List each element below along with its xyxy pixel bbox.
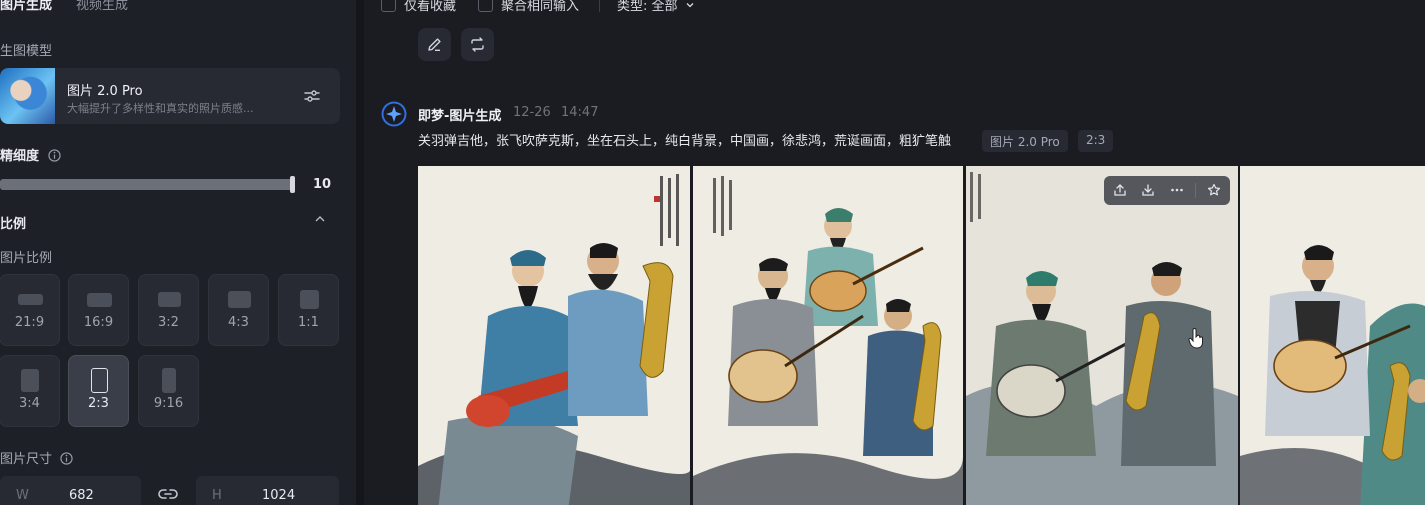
divider <box>1195 183 1196 198</box>
ratio-option-16-9[interactable]: 16:9 <box>68 274 129 346</box>
ratio-label: 9:16 <box>153 396 184 411</box>
regenerate-button[interactable] <box>461 28 494 61</box>
ratio-option-21-9[interactable]: 21:9 <box>0 274 60 346</box>
size-label: 图片尺寸 <box>0 452 53 467</box>
refresh-icon <box>471 37 484 52</box>
ratio-shape-icon <box>158 292 181 307</box>
model-tag: 图片 2.0 Pro <box>982 130 1068 152</box>
ratio-label: 3:2 <box>158 315 179 330</box>
ratio-option-1-1[interactable]: 1:1 <box>278 274 339 346</box>
prompt-text[interactable]: 关羽弹吉他，张飞吹萨克斯，坐在石头上，纯白背景，中国画，徐悲鸿，荒诞画面，粗犷笔… <box>418 130 951 149</box>
ratio-label: 4:3 <box>228 315 249 330</box>
type-filter-label: 类型: 全部 <box>617 0 678 14</box>
chevron-up-icon[interactable] <box>313 212 327 226</box>
width-input[interactable]: W 682 <box>0 476 141 505</box>
height-value: 1024 <box>262 488 296 503</box>
detail-label-row: 精细度 <box>0 145 61 164</box>
ratio-label: 16:9 <box>83 315 114 330</box>
tab-video-generation[interactable]: 视频生成 <box>76 0 128 16</box>
model-name: 图片 2.0 Pro <box>67 84 143 99</box>
width-value: 682 <box>69 488 94 503</box>
ratio-section-label: 比例 <box>0 217 27 232</box>
message-source-title: 即梦-图片生成 <box>418 109 502 124</box>
hand-cursor-icon <box>1188 328 1204 349</box>
ratio-option-9-16[interactable]: 9:16 <box>138 355 199 427</box>
sliders-icon[interactable] <box>303 87 321 105</box>
size-label-row: 图片尺寸 <box>0 448 73 467</box>
ratio-tag: 2:3 <box>1078 130 1114 152</box>
sidebar: 图片生成 视频生成 生图模型 图片 2.0 Pro 大幅提升了多样性和真实的照片… <box>0 0 356 505</box>
tab-image-generation[interactable]: 图片生成 <box>0 0 52 16</box>
model-selector[interactable]: 图片 2.0 Pro 大幅提升了多样性和真实的照片质感... <box>0 68 340 124</box>
generated-image-2[interactable] <box>693 166 963 505</box>
aggregate-label: 聚合相同输入 <box>501 0 580 14</box>
height-input[interactable]: H 1024 <box>196 476 339 505</box>
height-prefix: H <box>212 488 222 503</box>
width-prefix: W <box>16 488 29 503</box>
detail-slider[interactable] <box>0 179 295 190</box>
generated-image-4[interactable] <box>1240 166 1425 505</box>
model-section-label: 生图模型 <box>0 44 53 59</box>
aggregate-checkbox[interactable] <box>478 0 493 12</box>
aggregate-inputs-filter[interactable]: 聚合相同输入 <box>478 0 579 14</box>
pencil-icon <box>428 38 441 52</box>
favorites-only-filter[interactable]: 仅看收藏 <box>381 0 456 14</box>
ratio-option-4-3[interactable]: 4:3 <box>208 274 269 346</box>
favorites-label: 仅看收藏 <box>404 0 457 14</box>
generated-image-1[interactable] <box>418 166 690 505</box>
ratio-label: 21:9 <box>14 315 45 330</box>
ratio-shape-icon <box>162 368 176 393</box>
detail-slider-handle[interactable] <box>290 176 295 193</box>
ratio-label: 1:1 <box>298 315 319 330</box>
info-icon[interactable] <box>60 452 73 465</box>
chevron-down-icon <box>686 3 694 8</box>
ratio-option-3-2[interactable]: 3:2 <box>138 274 199 346</box>
message-time: 14:47 <box>561 105 599 120</box>
ratio-label: 3:4 <box>19 396 40 411</box>
model-thumbnail <box>0 68 55 124</box>
ratio-shape-icon <box>300 290 319 309</box>
model-description: 大幅提升了多样性和真实的照片质感... <box>67 102 254 115</box>
sidebar-divider <box>356 0 364 505</box>
ratio-option-2-3[interactable]: 2:3 <box>68 355 129 427</box>
ratio-shape-icon <box>87 293 112 307</box>
message-date: 12-26 <box>513 105 551 120</box>
mode-tabs: 图片生成 视频生成 <box>0 0 128 16</box>
detail-value: 10 <box>313 177 332 192</box>
more-icon[interactable] <box>1170 183 1184 197</box>
ratio-shape-icon <box>228 291 251 308</box>
ratio-label: 2:3 <box>88 396 109 411</box>
download-icon[interactable] <box>1141 183 1155 197</box>
link-icon[interactable] <box>158 486 178 502</box>
ratio-sub-label: 图片比例 <box>0 251 53 266</box>
edit-button[interactable] <box>418 28 451 61</box>
painting-illustration <box>693 166 963 505</box>
favorites-checkbox[interactable] <box>381 0 396 12</box>
divider <box>599 0 600 12</box>
info-icon[interactable] <box>47 149 61 162</box>
star-icon[interactable] <box>1207 183 1221 197</box>
jimeng-logo-icon <box>381 101 407 127</box>
ratio-shape-icon <box>18 294 43 305</box>
ratio-shape-icon <box>21 369 39 392</box>
image-hover-toolbar <box>1104 176 1230 205</box>
share-icon[interactable] <box>1113 183 1127 197</box>
type-filter-dropdown[interactable]: 类型: 全部 <box>617 0 695 14</box>
ratio-option-3-4[interactable]: 3:4 <box>0 355 60 427</box>
painting-illustration <box>1240 166 1425 505</box>
painting-illustration <box>418 166 690 505</box>
detail-label: 精细度 <box>0 149 40 164</box>
ratio-shape-icon <box>91 368 108 393</box>
